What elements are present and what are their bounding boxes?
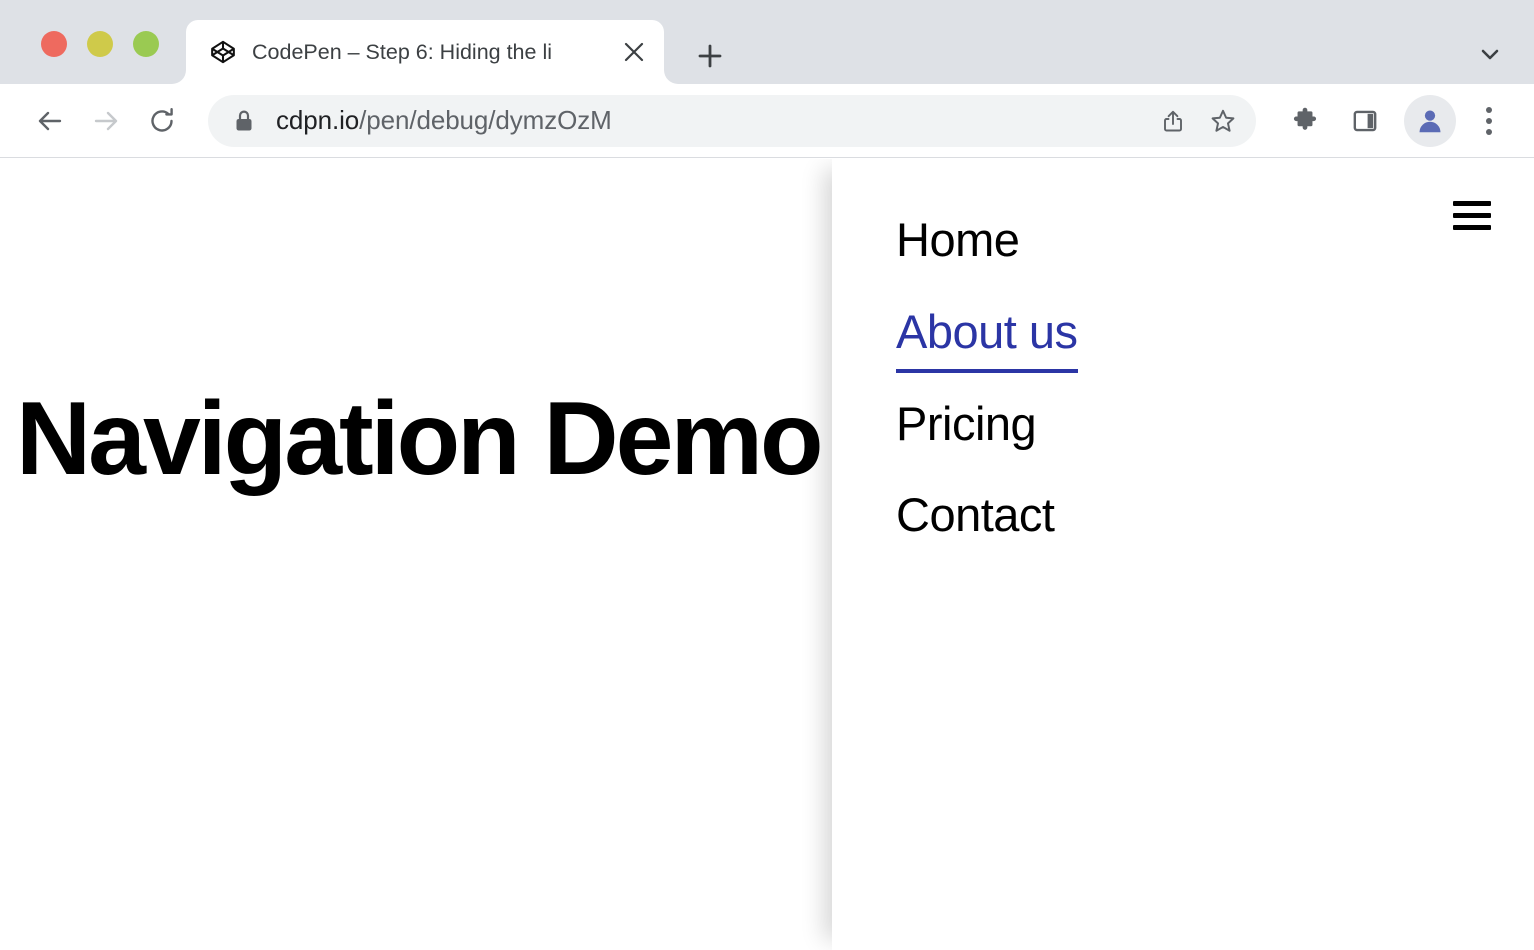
browser-tab-active[interactable]: CodePen – Step 6: Hiding the li: [186, 20, 664, 84]
codepen-icon: [210, 39, 236, 65]
forward-icon: [78, 93, 134, 149]
list-item: Contact: [896, 490, 1078, 540]
tab-title: CodePen – Step 6: Hiding the li: [252, 40, 612, 65]
tab-strip: CodePen – Step 6: Hiding the li: [0, 0, 1534, 84]
avatar[interactable]: [1404, 95, 1456, 147]
hamburger-menu-icon[interactable]: [1448, 195, 1496, 235]
window-controls: [41, 31, 159, 57]
nav-link-contact[interactable]: Contact: [896, 490, 1054, 540]
nav-link-about-us[interactable]: About us: [896, 307, 1078, 373]
page-viewport: Navigation Demo Home About us Pricing Co…: [0, 159, 1534, 950]
kebab-dot: [1486, 107, 1492, 113]
hamburger-bar: [1453, 213, 1491, 218]
list-item: About us: [896, 307, 1078, 373]
close-window-button[interactable]: [41, 31, 67, 57]
extensions-puzzle-icon[interactable]: [1280, 96, 1330, 146]
url-path: /pen/debug/dymzOzM: [359, 105, 612, 135]
nav-list: Home About us Pricing Contact: [896, 215, 1078, 540]
nav-link-home[interactable]: Home: [896, 215, 1019, 265]
navigation-panel: Home About us Pricing Contact: [832, 159, 1534, 950]
bookmark-star-icon[interactable]: [1200, 98, 1246, 144]
kebab-dot: [1486, 118, 1492, 124]
browser-window: CodePen – Step 6: Hiding the li: [0, 0, 1534, 950]
maximize-window-button[interactable]: [133, 31, 159, 57]
address-bar[interactable]: cdpn.io/pen/debug/dymzOzM: [208, 95, 1256, 147]
reload-icon[interactable]: [134, 93, 190, 149]
minimize-window-button[interactable]: [87, 31, 113, 57]
share-icon[interactable]: [1150, 98, 1196, 144]
browser-toolbar: cdpn.io/pen/debug/dymzOzM: [0, 84, 1534, 158]
back-icon[interactable]: [22, 93, 78, 149]
hamburger-bar: [1453, 201, 1491, 206]
close-icon[interactable]: [612, 30, 656, 74]
chrome-menu-icon[interactable]: [1466, 96, 1512, 146]
side-panel-icon[interactable]: [1340, 96, 1390, 146]
lock-icon: [234, 109, 254, 133]
list-item: Home: [896, 215, 1078, 265]
url-host: cdpn.io: [276, 105, 359, 135]
nav-link-pricing[interactable]: Pricing: [896, 399, 1036, 449]
chevron-down-icon[interactable]: [1466, 30, 1514, 78]
hamburger-bar: [1453, 225, 1491, 230]
page-title: Navigation Demo: [16, 387, 820, 491]
kebab-dot: [1486, 129, 1492, 135]
new-tab-button[interactable]: [684, 30, 736, 82]
list-item: Pricing: [896, 399, 1078, 449]
url-text: cdpn.io/pen/debug/dymzOzM: [276, 105, 1146, 136]
